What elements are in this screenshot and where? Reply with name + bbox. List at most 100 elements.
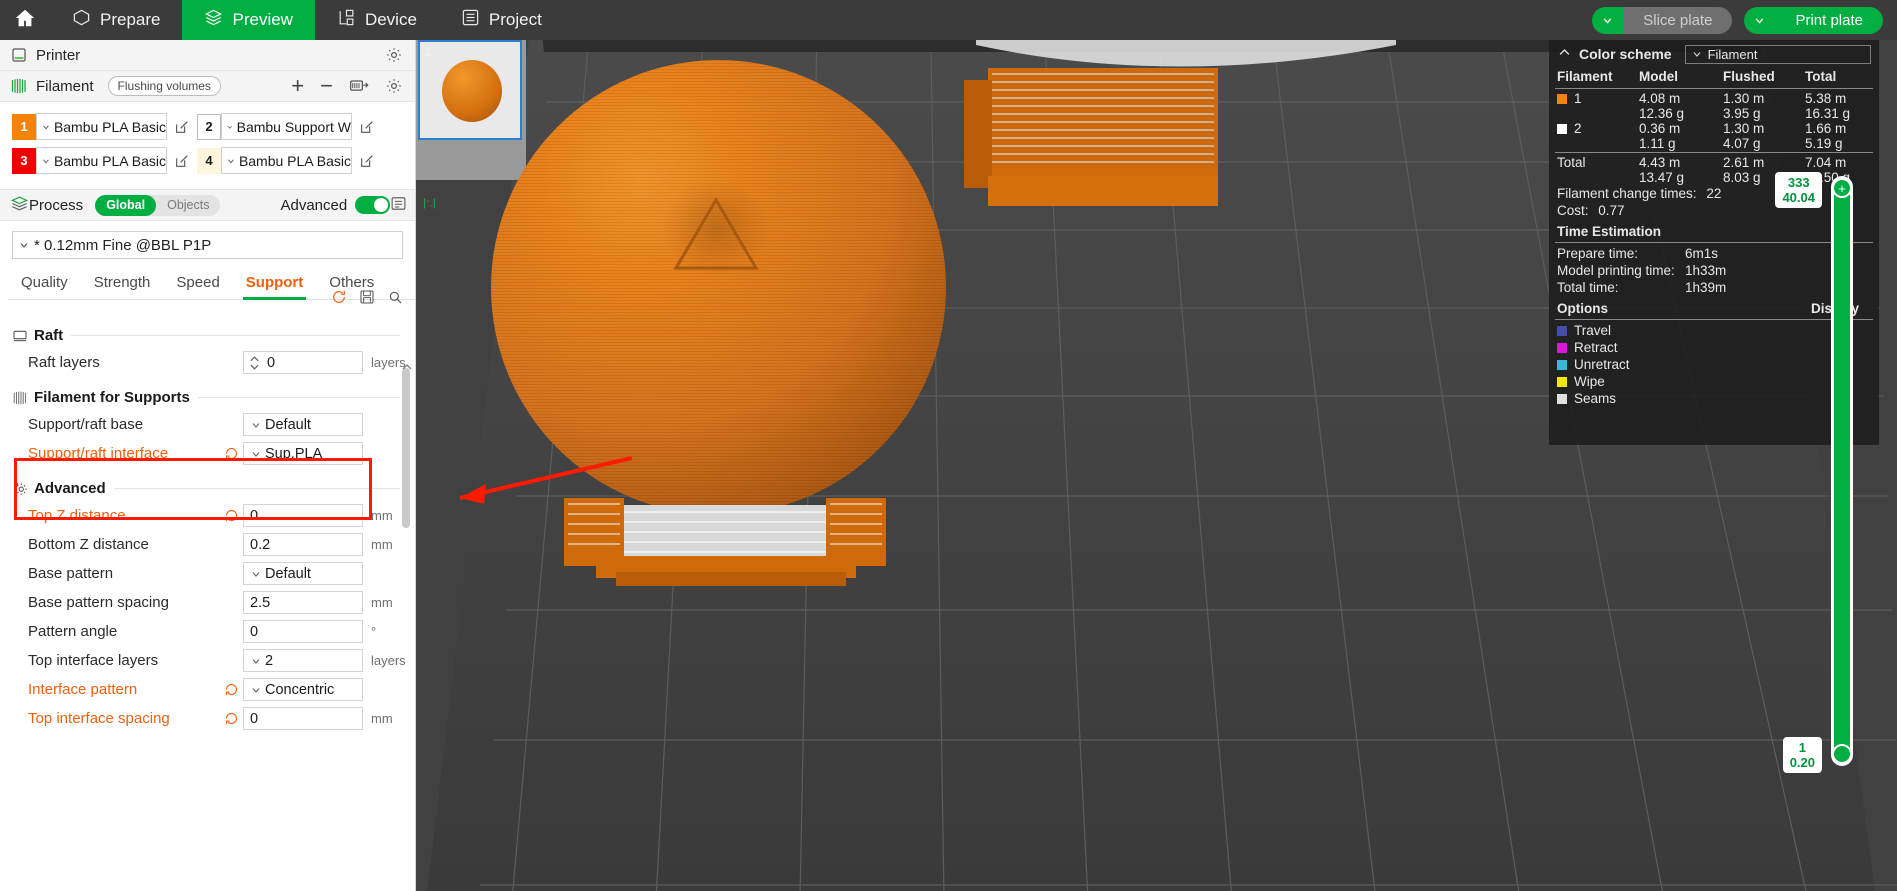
option-retract[interactable]: Retract bbox=[1549, 339, 1879, 356]
tab-quality[interactable]: Quality bbox=[8, 269, 81, 299]
raft-layers-input[interactable]: 0 bbox=[243, 351, 363, 374]
prepare-time-row: Prepare time: 6m1s bbox=[1549, 245, 1879, 262]
advanced-toggle[interactable] bbox=[355, 196, 391, 214]
tab-prepare[interactable]: Prepare bbox=[50, 0, 182, 40]
group-advanced: Advanced bbox=[12, 480, 416, 497]
printer-gear-icon[interactable] bbox=[385, 46, 403, 64]
settings-scrollbar[interactable] bbox=[401, 356, 412, 768]
top-interface-spacing-input[interactable]: 0 bbox=[243, 707, 363, 730]
compare-icon[interactable] bbox=[421, 195, 438, 216]
chevron-up-icon[interactable] bbox=[1557, 45, 1572, 63]
option-wipe[interactable]: Wipe bbox=[1549, 373, 1879, 390]
top-interface-spacing-reset-icon[interactable] bbox=[222, 711, 240, 726]
flushing-volumes-button[interactable]: Flushing volumes bbox=[107, 76, 221, 96]
total-time-label: Total time: bbox=[1557, 280, 1619, 295]
sliced-model-sphere[interactable] bbox=[491, 60, 946, 515]
process-scope-toggle: Global Objects bbox=[95, 194, 221, 216]
process-preset-select[interactable]: * 0.12mm Fine @BBL P1P bbox=[12, 231, 403, 259]
tab-support[interactable]: Support bbox=[233, 269, 317, 300]
scope-objects[interactable]: Objects bbox=[156, 195, 220, 216]
filament-2-number[interactable]: 2 bbox=[197, 113, 221, 140]
remove-filament-button[interactable]: − bbox=[320, 75, 333, 97]
pattern-angle-value: 0 bbox=[250, 623, 259, 640]
filament-1-number[interactable]: 1 bbox=[12, 113, 36, 140]
top-z-distance-input[interactable]: 0 bbox=[243, 504, 363, 527]
group-raft-title: Raft bbox=[34, 327, 64, 344]
filament-3-number[interactable]: 3 bbox=[12, 147, 36, 174]
list-view-icon[interactable] bbox=[390, 195, 407, 216]
topbar-actions: Slice plate Print plate bbox=[1580, 0, 1897, 40]
advanced-label: Advanced bbox=[280, 196, 348, 214]
filament-icon bbox=[10, 78, 36, 94]
print-plate-dropdown[interactable] bbox=[1744, 6, 1776, 34]
filament-sync-icon[interactable] bbox=[349, 77, 369, 95]
search-icon[interactable] bbox=[387, 289, 403, 309]
model-printing-time-row: Model printing time: 1h33m bbox=[1549, 262, 1879, 279]
base-pattern-select[interactable]: Default bbox=[243, 562, 363, 585]
spinner-icon[interactable] bbox=[249, 355, 260, 371]
tab-speed[interactable]: Speed bbox=[163, 269, 232, 299]
plate-thumbnail-1[interactable] bbox=[418, 40, 522, 140]
model-printing-time-label: Model printing time: bbox=[1557, 263, 1675, 278]
top-z-distance-reset-icon[interactable] bbox=[222, 508, 240, 523]
filament-1-select[interactable]: Bambu PLA Basic bbox=[36, 113, 167, 140]
layer-slider-lower-handle[interactable] bbox=[1832, 744, 1852, 764]
filament-actions: + − bbox=[291, 75, 405, 97]
layer-slider-upper-handle[interactable]: + bbox=[1832, 178, 1852, 198]
filament-3-edit-icon[interactable] bbox=[167, 153, 197, 169]
filament-4-edit-icon[interactable] bbox=[352, 153, 382, 169]
tab-device[interactable]: Device bbox=[315, 0, 439, 40]
tab-others[interactable]: Others bbox=[316, 269, 387, 299]
total-row: Total 4.43 m 2.61 m 7.04 m bbox=[1549, 155, 1879, 170]
filament-3-select[interactable]: Bambu PLA Basic bbox=[36, 147, 167, 174]
home-button[interactable] bbox=[0, 0, 50, 40]
filament-4-number[interactable]: 4 bbox=[197, 147, 221, 174]
support-raft-base-select[interactable]: Default bbox=[243, 413, 363, 436]
printer-section-header[interactable]: Printer bbox=[0, 40, 415, 71]
legend-info-panel: Color scheme Filament Filament Model Flu… bbox=[1549, 40, 1879, 445]
top-layer-number: 333 bbox=[1787, 175, 1810, 190]
option-travel[interactable]: Travel bbox=[1549, 322, 1879, 339]
divider bbox=[113, 488, 400, 489]
tab-project-label: Project bbox=[488, 10, 542, 29]
process-label: Process bbox=[29, 196, 84, 214]
pattern-angle-input[interactable]: 0 bbox=[243, 620, 363, 643]
option-unretract[interactable]: Unretract bbox=[1549, 356, 1879, 373]
divider bbox=[1555, 152, 1873, 153]
top-interface-layers-value: 2 bbox=[265, 652, 274, 669]
filament-gear-icon[interactable] bbox=[385, 77, 403, 95]
3d-viewport[interactable]: 1 Color scheme Filament Filament Model F… bbox=[416, 40, 1897, 891]
filament-1-edit-icon[interactable] bbox=[167, 119, 197, 135]
tab-preview[interactable]: Preview bbox=[182, 0, 315, 40]
slice-plate-dropdown[interactable] bbox=[1592, 6, 1624, 34]
color-scheme-select[interactable]: Filament bbox=[1684, 44, 1871, 64]
support-raft-interface-select[interactable]: Sup.PLA bbox=[243, 442, 363, 465]
interface-pattern-select[interactable]: Concentric bbox=[243, 678, 363, 701]
interface-pattern-reset-icon[interactable] bbox=[222, 682, 240, 697]
support-raft-interface-reset-icon[interactable] bbox=[222, 446, 240, 461]
tab-strength[interactable]: Strength bbox=[81, 269, 164, 299]
setting-top-interface-layers: Top interface layers 2 layers bbox=[0, 646, 416, 675]
scope-global[interactable]: Global bbox=[95, 194, 157, 216]
top-z-distance-unit: mm bbox=[371, 508, 393, 523]
add-filament-button[interactable]: + bbox=[291, 75, 304, 97]
option-seams[interactable]: Seams ✓ bbox=[1549, 390, 1879, 407]
scrollbar-thumb[interactable] bbox=[402, 368, 410, 528]
tab-project[interactable]: Project bbox=[439, 0, 564, 40]
process-icon bbox=[10, 194, 29, 217]
print-plate-button[interactable]: Print plate bbox=[1775, 6, 1883, 34]
top-interface-layers-select[interactable]: 2 bbox=[243, 649, 363, 672]
interface-pattern-label: Interface pattern bbox=[28, 681, 138, 698]
bottom-z-distance-input[interactable]: 0.2 bbox=[243, 533, 363, 556]
prepare-time-label: Prepare time: bbox=[1557, 246, 1639, 261]
setting-support-raft-interface: Support/raft interface Sup.PLA bbox=[0, 439, 416, 468]
tab-preview-label: Preview bbox=[232, 10, 293, 29]
slice-plate-button[interactable]: Slice plate bbox=[1623, 6, 1733, 34]
filament-4-select[interactable]: Bambu PLA Basic bbox=[221, 147, 352, 174]
filament-2-edit-icon[interactable] bbox=[352, 119, 382, 135]
layer-slider[interactable]: + bbox=[1831, 176, 1853, 766]
base-pattern-spacing-input[interactable]: 2.5 bbox=[243, 591, 363, 614]
scroll-up-arrow[interactable] bbox=[401, 359, 413, 376]
row-2-flushed-len: 1.30 m bbox=[1723, 121, 1765, 136]
filament-2-select[interactable]: Bambu Support W bbox=[221, 113, 352, 140]
